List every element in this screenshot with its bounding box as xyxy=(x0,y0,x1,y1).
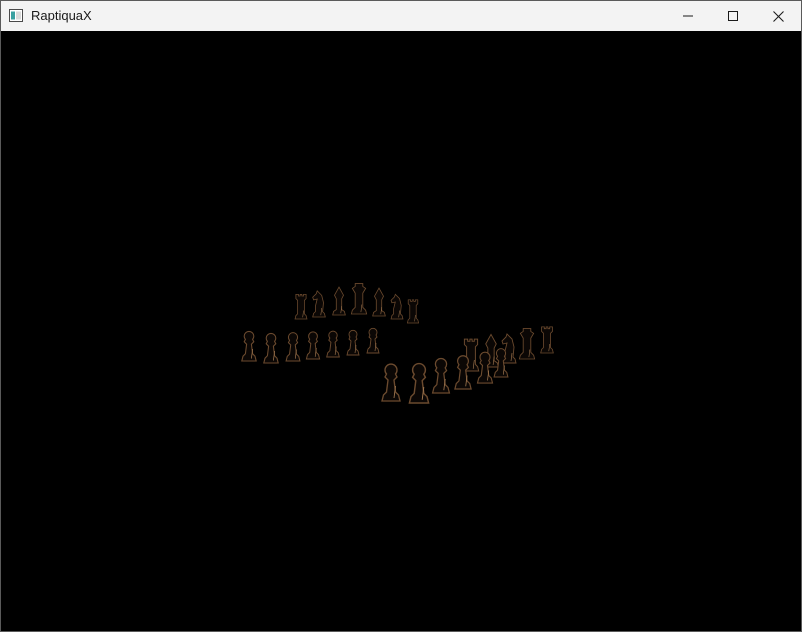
chess-piece-pawn xyxy=(431,357,451,394)
chess-piece-pawn xyxy=(241,330,257,362)
chess-piece-pawn xyxy=(263,332,279,364)
close-icon xyxy=(772,10,784,22)
chess-piece-king xyxy=(350,283,368,315)
chess-piece-pawn xyxy=(305,331,321,360)
chess-piece-pawn xyxy=(476,351,494,384)
close-button[interactable] xyxy=(755,1,801,31)
chess-piece-rook xyxy=(540,326,554,354)
window-title: RaptiquaX xyxy=(31,8,92,23)
chess-piece-knight xyxy=(390,293,404,320)
chess-piece-knight xyxy=(312,290,326,318)
app-window: RaptiquaX xyxy=(0,0,802,632)
minimize-button[interactable] xyxy=(665,1,711,31)
chess-piece-bishop xyxy=(372,287,386,317)
chess-piece-pawn xyxy=(366,327,380,354)
chess-pieces xyxy=(241,283,554,404)
chess-piece-pawn xyxy=(346,329,360,356)
chess-piece-pawn xyxy=(285,332,301,362)
maximize-button[interactable] xyxy=(710,1,756,31)
chess-piece-pawn xyxy=(408,362,430,404)
title-bar[interactable]: RaptiquaX xyxy=(1,1,801,31)
app-window-icon xyxy=(9,9,23,22)
maximize-icon xyxy=(728,11,738,21)
chess-piece-pawn xyxy=(454,355,472,390)
chess-piece-rook xyxy=(406,299,420,324)
chess-piece-rook xyxy=(294,293,308,320)
chess-scene xyxy=(241,283,554,404)
chess-piece-bishop xyxy=(332,286,346,316)
chess-piece-king xyxy=(518,328,536,360)
render-viewport[interactable] xyxy=(1,31,801,631)
chess-piece-pawn xyxy=(326,330,340,358)
minimize-icon xyxy=(683,15,693,17)
chess-piece-pawn xyxy=(381,363,401,402)
